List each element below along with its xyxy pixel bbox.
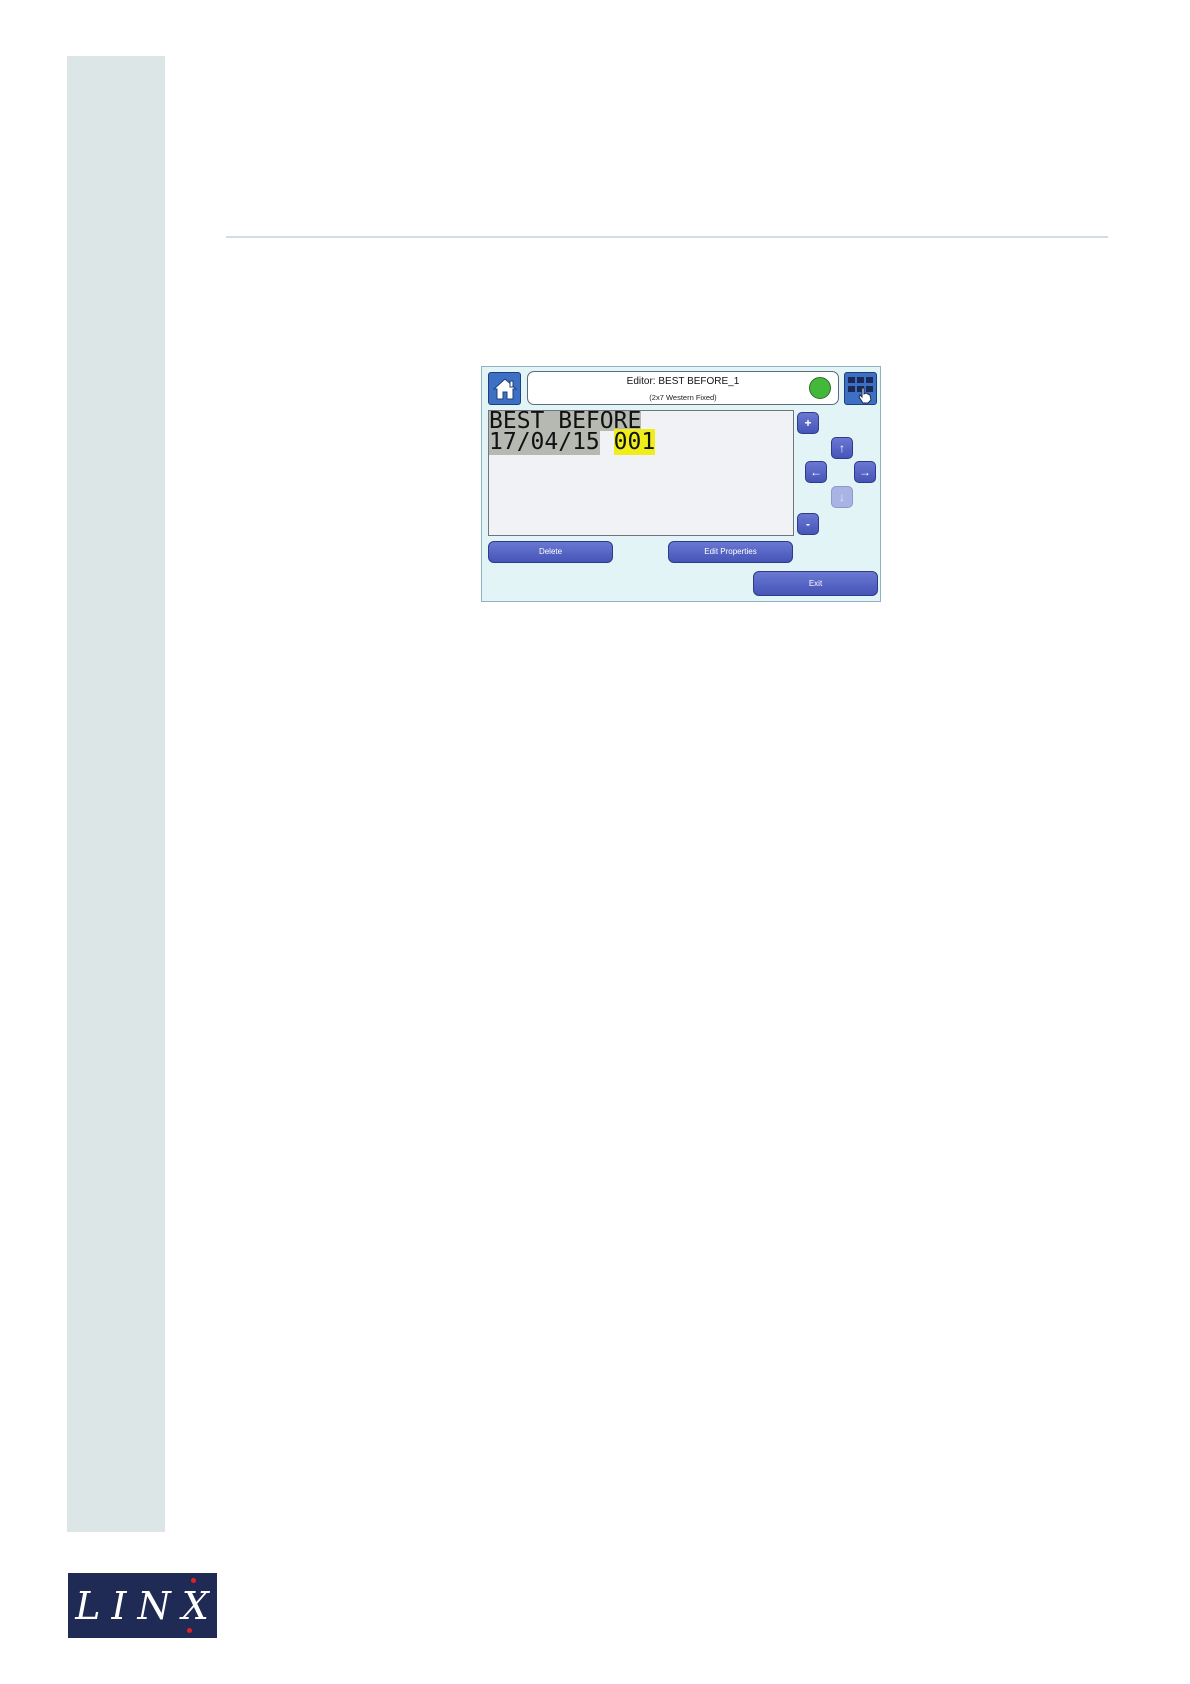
message-line-1: BEST BEFORE	[489, 410, 642, 434]
logo-text: LINX	[75, 1583, 220, 1628]
selected-counter-field[interactable]: 001	[613, 429, 656, 455]
left-arrow-button[interactable]: ←	[805, 461, 827, 483]
linx-logo: LINX	[68, 1573, 217, 1638]
down-arrow-button[interactable]: ↓	[831, 486, 853, 508]
editor-subtitle: (2x7 Western Fixed)	[649, 393, 717, 402]
up-arrow-button[interactable]: ↑	[831, 437, 853, 459]
logo-dot-bottom	[187, 1628, 192, 1633]
right-arrow-button[interactable]: →	[854, 461, 876, 483]
side-margin-band	[67, 56, 165, 1532]
date-field[interactable]: 17/04/15	[489, 429, 600, 455]
menu-grid-hand-icon	[848, 377, 873, 404]
editor-screenshot: Editor: BEST BEFORE_1 (2x7 Western Fixed…	[481, 366, 881, 602]
plus-button[interactable]: +	[797, 412, 819, 434]
message-line-2: 17/04/15 001	[489, 429, 656, 455]
header-rule	[226, 236, 1108, 238]
home-button[interactable]	[488, 372, 521, 405]
title-bar: Editor: BEST BEFORE_1 (2x7 Western Fixed…	[527, 371, 839, 405]
exit-button[interactable]: Exit	[753, 571, 878, 596]
home-icon	[492, 377, 517, 399]
minus-button[interactable]: -	[797, 513, 819, 535]
delete-button[interactable]: Delete	[488, 541, 613, 563]
edit-properties-button[interactable]: Edit Properties	[668, 541, 793, 563]
editor-title: Editor: BEST BEFORE_1	[626, 376, 740, 387]
menu-button[interactable]	[844, 372, 877, 405]
message-edit-area[interactable]: BEST BEFORE 17/04/15 001	[488, 410, 794, 536]
status-light-icon	[809, 377, 831, 399]
logo-dot-top	[191, 1578, 196, 1583]
